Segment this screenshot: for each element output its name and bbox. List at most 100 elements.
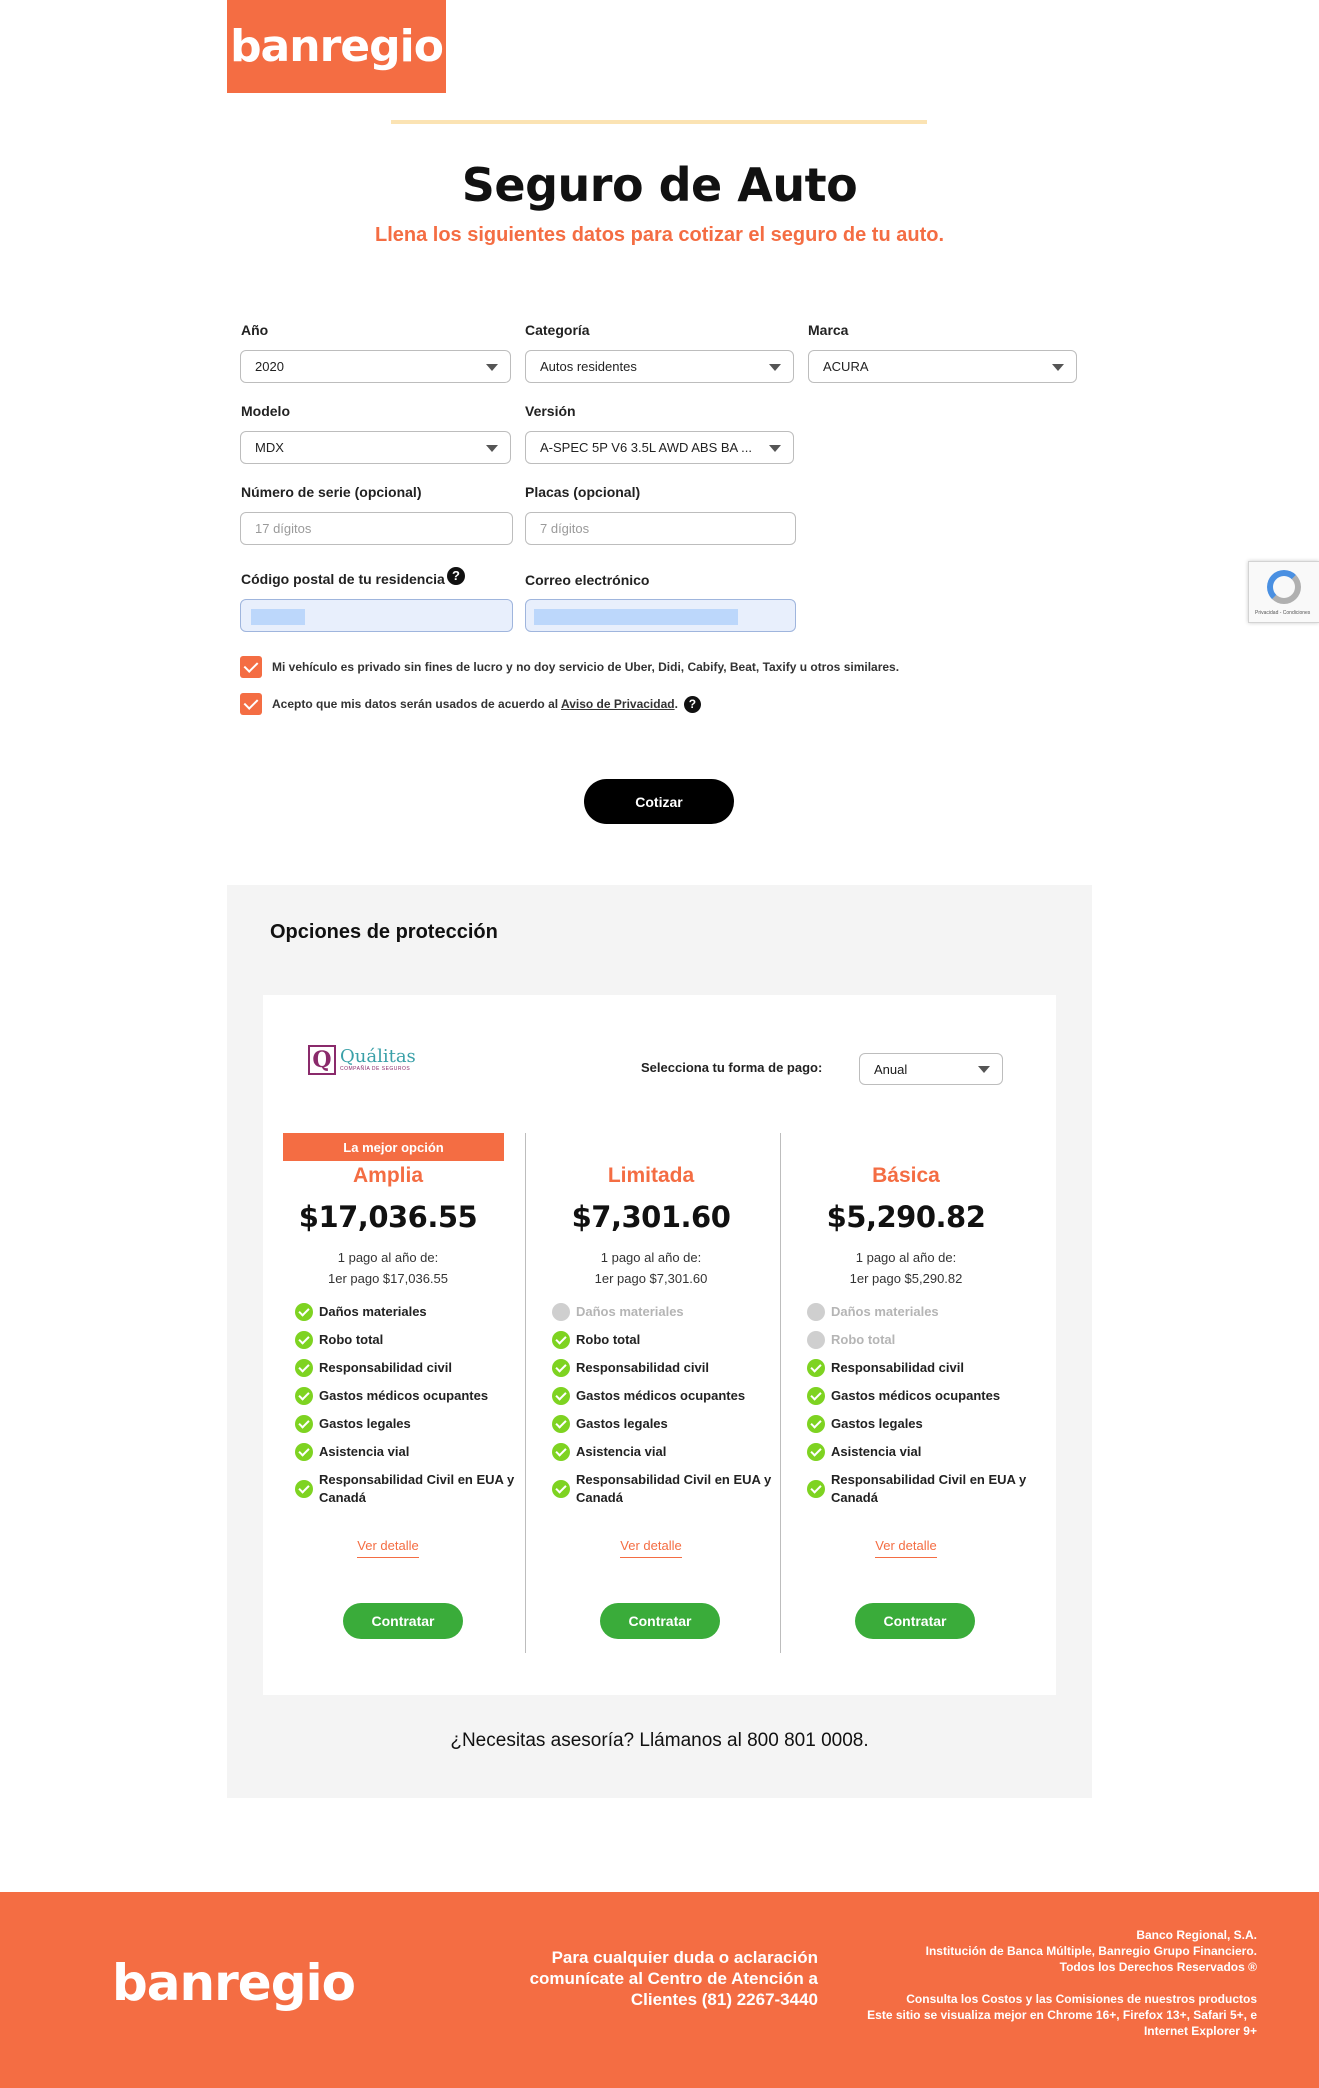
footer-costs-link[interactable]: Consulta los Costos y las Comisiones de … <box>820 1991 1257 2007</box>
private-vehicle-checkbox[interactable] <box>240 656 262 678</box>
check-circle-icon <box>295 1331 313 1349</box>
privacy-text: Acepto que mis datos serán usados de acu… <box>272 697 678 711</box>
private-vehicle-text: Mi vehículo es privado sin fines de lucr… <box>272 660 900 674</box>
category-select[interactable]: Autos residentes <box>525 350 794 383</box>
feature-item: Asistencia vial <box>807 1443 1027 1461</box>
payment-method-select[interactable]: Anual <box>859 1053 1003 1085</box>
plan-price: $17,036.55 <box>298 1200 478 1234</box>
view-detail-link[interactable]: Ver detalle <box>263 1537 513 1558</box>
quote-card: Q Quálitas COMPAÑÍA DE SEGUROS Seleccion… <box>263 995 1056 1695</box>
disabled-circle-icon <box>552 1303 570 1321</box>
feature-list: Daños materiales Robo total Responsabilida… <box>295 1303 515 1517</box>
postal-field[interactable] <box>240 599 513 632</box>
plan-basica: Básica $5,290.82 1 pago al año de: 1er p… <box>781 1133 1031 1653</box>
privacy-notice-link[interactable]: Aviso de Privacidad <box>561 697 675 711</box>
privacy-text-prefix: Acepto que mis datos serán usados de acu… <box>272 697 561 711</box>
category-label: Categoría <box>525 322 590 338</box>
serial-field[interactable] <box>240 512 513 545</box>
feature-item: Responsabilidad Civil en EUA y Canadá <box>552 1471 772 1507</box>
protection-options-section: Opciones de protección Q Quálitas COMPAÑ… <box>227 885 1092 1798</box>
footer-legal-gap <box>820 1975 1257 1991</box>
decorative-rule <box>391 120 927 124</box>
view-detail-text[interactable]: Ver detalle <box>357 1538 419 1558</box>
check-circle-icon <box>552 1480 570 1498</box>
check-circle-icon <box>295 1359 313 1377</box>
feature-label: Gastos legales <box>576 1416 668 1431</box>
privacy-checkbox-row[interactable]: Acepto que mis datos serán usados de acu… <box>240 693 701 715</box>
plates-field[interactable] <box>525 512 796 545</box>
recaptcha-badge[interactable]: Privacidad - Condiciones <box>1248 561 1319 623</box>
feature-list: Daños materiales Robo total Responsabilida… <box>552 1303 772 1517</box>
page-subtitle: Llena los siguientes datos para cotizar … <box>374 224 944 246</box>
plan-price: $7,301.60 <box>571 1200 731 1234</box>
check-circle-icon <box>552 1443 570 1461</box>
feature-label: Gastos legales <box>831 1416 923 1431</box>
view-detail-text[interactable]: Ver detalle <box>620 1538 682 1558</box>
email-value-redacted <box>534 609 738 625</box>
plan-first-payment: 1er pago $7,301.60 <box>594 1271 708 1286</box>
check-circle-icon <box>807 1480 825 1498</box>
payment-method-value: Anual <box>874 1061 908 1077</box>
feature-label: Gastos legales <box>319 1416 411 1431</box>
serial-input[interactable] <box>255 521 498 536</box>
help-icon[interactable]: ? <box>447 567 465 585</box>
view-detail-link[interactable]: Ver detalle <box>526 1537 776 1558</box>
check-circle-icon <box>807 1359 825 1377</box>
feature-label: Gastos médicos ocupantes <box>576 1388 746 1403</box>
model-value: MDX <box>255 440 284 455</box>
feature-label: Robo total <box>319 1332 384 1347</box>
feature-label: Gastos médicos ocupantes <box>831 1388 1001 1403</box>
help-icon[interactable]: ? <box>683 695 701 713</box>
feature-item: Responsabilidad civil <box>807 1359 1027 1377</box>
version-label: Versión <box>525 403 576 419</box>
feature-item: Gastos médicos ocupantes <box>552 1387 772 1405</box>
brand-value: ACURA <box>823 359 869 374</box>
check-circle-icon <box>295 1303 313 1321</box>
check-circle-icon <box>552 1415 570 1433</box>
plan-first-payment: 1er pago $5,290.82 <box>849 1271 963 1286</box>
contract-button[interactable]: Contratar <box>343 1603 463 1639</box>
category-value: Autos residentes <box>540 359 637 374</box>
quote-button[interactable]: Cotizar <box>584 779 734 824</box>
feature-label: Robo total <box>576 1332 641 1347</box>
postal-value-redacted <box>251 609 305 625</box>
feature-item: Gastos legales <box>807 1415 1027 1433</box>
contract-button[interactable]: Contratar <box>855 1603 975 1639</box>
feature-label: Robo total <box>831 1332 896 1347</box>
privacy-checkbox[interactable] <box>240 693 262 715</box>
version-select[interactable]: A-SPEC 5P V6 3.5L AWD ABS BA ... <box>525 431 794 464</box>
check-circle-icon <box>807 1387 825 1405</box>
private-vehicle-checkbox-row[interactable]: Mi vehículo es privado sin fines de lucr… <box>240 656 899 678</box>
view-detail-text[interactable]: Ver detalle <box>875 1538 937 1558</box>
qualitas-tagline: COMPAÑÍA DE SEGUROS <box>340 1066 411 1072</box>
feature-item: Asistencia vial <box>295 1443 515 1461</box>
check-circle-icon <box>295 1387 313 1405</box>
plan-name: Amplia <box>352 1164 423 1187</box>
feature-label: Gastos médicos ocupantes <box>319 1388 489 1403</box>
year-select[interactable]: 2020 <box>240 350 511 383</box>
brand-select[interactable]: ACURA <box>808 350 1077 383</box>
feature-item: Gastos médicos ocupantes <box>295 1387 515 1405</box>
check-circle-icon <box>807 1415 825 1433</box>
email-field[interactable] <box>525 599 796 632</box>
feature-item: Gastos legales <box>552 1415 772 1433</box>
plates-input[interactable] <box>540 521 781 536</box>
feature-label: Responsabilidad Civil en EUA y Canadá <box>319 1472 515 1505</box>
plates-label: Placas (opcional) <box>525 484 641 500</box>
footer-legal-line: Internet Explorer 9+ <box>1143 2024 1257 2038</box>
plan-payment-frequency: 1 pago al año de: <box>600 1250 702 1265</box>
year-value: 2020 <box>255 359 284 374</box>
view-detail-link[interactable]: Ver detalle <box>781 1537 1031 1558</box>
footer-contact-line: Para cualquier duda o aclaración <box>551 1948 818 1967</box>
check-circle-icon <box>807 1443 825 1461</box>
footer-contact: Para cualquier duda o aclaración comuníc… <box>500 1947 818 2010</box>
feature-label: Responsabilidad civil <box>319 1360 452 1375</box>
banregio-logo[interactable]: banregio <box>227 0 446 93</box>
model-select[interactable]: MDX <box>240 431 511 464</box>
footer-logo[interactable]: banregio <box>112 1954 356 2012</box>
contract-button[interactable]: Contratar <box>600 1603 720 1639</box>
plan-name: Limitada <box>607 1164 695 1187</box>
check-circle-icon <box>552 1387 570 1405</box>
feature-item: Responsabilidad civil <box>295 1359 515 1377</box>
feature-item: Daños materiales <box>295 1303 515 1321</box>
